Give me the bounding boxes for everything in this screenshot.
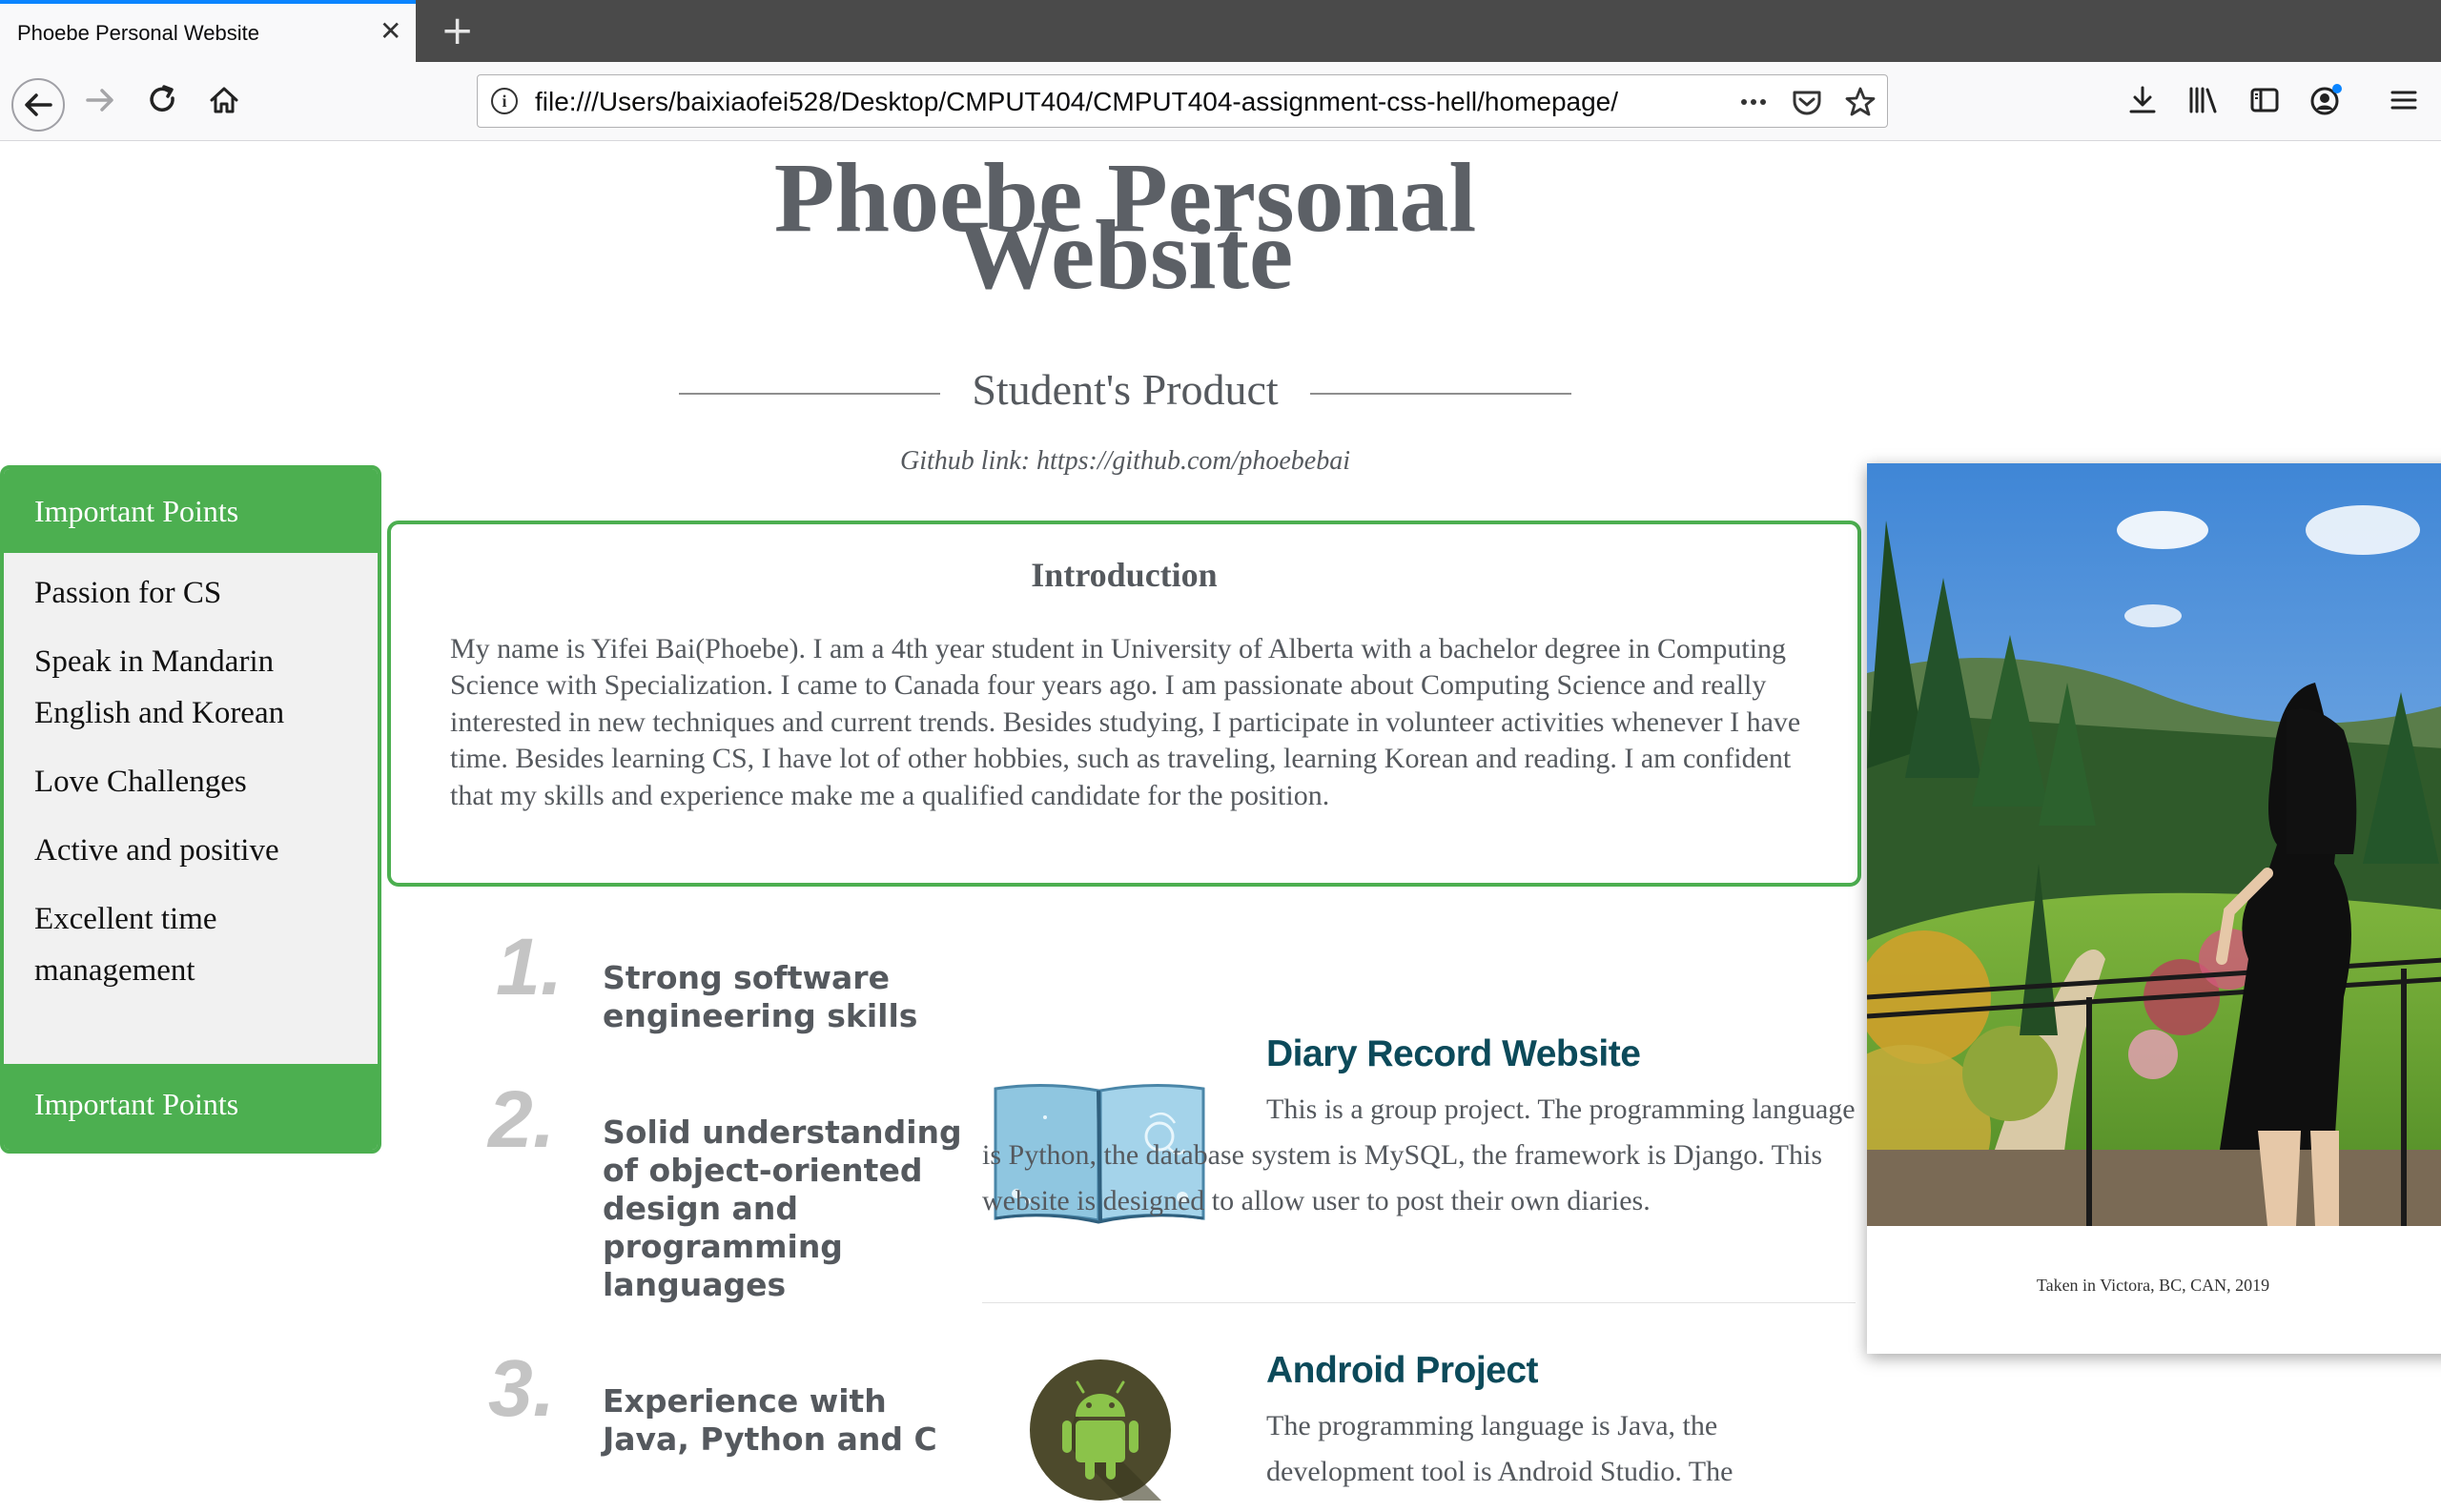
subtitle: Student's Product: [972, 365, 1279, 414]
victoria-garden-photo: [1867, 463, 2441, 1226]
sidebar-footer: Important Points: [4, 1064, 378, 1150]
home-icon[interactable]: [200, 76, 248, 124]
sidebar-item-passion[interactable]: Passion for CS: [4, 567, 378, 619]
skill-text: Solid understanding of object-oriented d…: [603, 1114, 962, 1303]
skill-number: 3.: [488, 1343, 556, 1433]
introduction-text: My name is Yifei Bai(Phoebe). I am a 4th…: [450, 633, 1801, 811]
url-bar[interactable]: i file:///Users/baixiaofei528/Desktop/CM…: [477, 74, 1888, 128]
account-icon[interactable]: [2302, 76, 2349, 124]
photo-card: Taken in Victora, BC, CAN, 2019: [1867, 463, 2441, 1354]
skill-text: Strong software engineering skills: [603, 959, 918, 1034]
library-icon[interactable]: [2180, 76, 2227, 124]
skill-number: 1.: [496, 922, 564, 1011]
sidebar-header: Important Points: [4, 469, 378, 553]
subtitle-block: Student's Product: [679, 364, 1571, 421]
android-icon: [1028, 1358, 1173, 1502]
sidebar-item-challenges[interactable]: Love Challenges: [4, 756, 378, 807]
back-icon[interactable]: [11, 78, 65, 132]
browser-tab[interactable]: Phoebe Personal Website ✕: [0, 0, 416, 62]
tab-bar: Phoebe Personal Website ✕ +: [0, 0, 2441, 62]
pocket-icon[interactable]: [1790, 85, 1824, 119]
new-tab-icon[interactable]: +: [441, 8, 474, 53]
tab-title: Phoebe Personal Website: [17, 21, 259, 45]
sidebar-item-time-management[interactable]: Excellent time management: [4, 893, 378, 996]
project-title: Android Project: [1266, 1350, 1539, 1391]
download-icon[interactable]: [2119, 76, 2166, 124]
sidebar-icon[interactable]: [2241, 76, 2288, 124]
photo-caption: Taken in Victora, BC, CAN, 2019: [2036, 1276, 2270, 1295]
reload-icon[interactable]: [139, 76, 187, 124]
introduction-title: Introduction: [1031, 556, 1218, 594]
url-input[interactable]: file:///Users/baixiaofei528/Desktop/CMPU…: [535, 87, 1631, 117]
forward-icon[interactable]: [76, 76, 124, 124]
close-tab-icon[interactable]: ✕: [379, 17, 401, 46]
page-title: Phoebe Personal Website: [667, 149, 1583, 305]
introduction-box: Introduction My name is Yifei Bai(Phoebe…: [387, 521, 1861, 887]
skill-text: Experience with Java, Python and C: [603, 1382, 937, 1458]
important-points-sidebar: Important Points Passion for CS Speak in…: [0, 465, 381, 1154]
project-title: Diary Record Website: [1266, 1033, 1641, 1074]
skill-number: 2.: [488, 1074, 556, 1164]
project-divider: [982, 1302, 1856, 1303]
info-icon[interactable]: i: [491, 88, 518, 114]
subtitle-right-rule: [1310, 393, 1571, 395]
sidebar-item-languages[interactable]: Speak in Mandarin English and Korean: [4, 636, 378, 739]
project-description: This is a group project. The programming…: [982, 1093, 1856, 1216]
more-icon[interactable]: [1736, 85, 1771, 119]
project-description: The programming language is Java, the de…: [1266, 1410, 1733, 1487]
star-icon[interactable]: [1843, 85, 1877, 119]
sidebar-item-active[interactable]: Active and positive: [4, 825, 378, 876]
github-link[interactable]: Github link: https://github.com/phoebeba…: [667, 446, 1583, 477]
menu-icon[interactable]: [2380, 76, 2428, 124]
